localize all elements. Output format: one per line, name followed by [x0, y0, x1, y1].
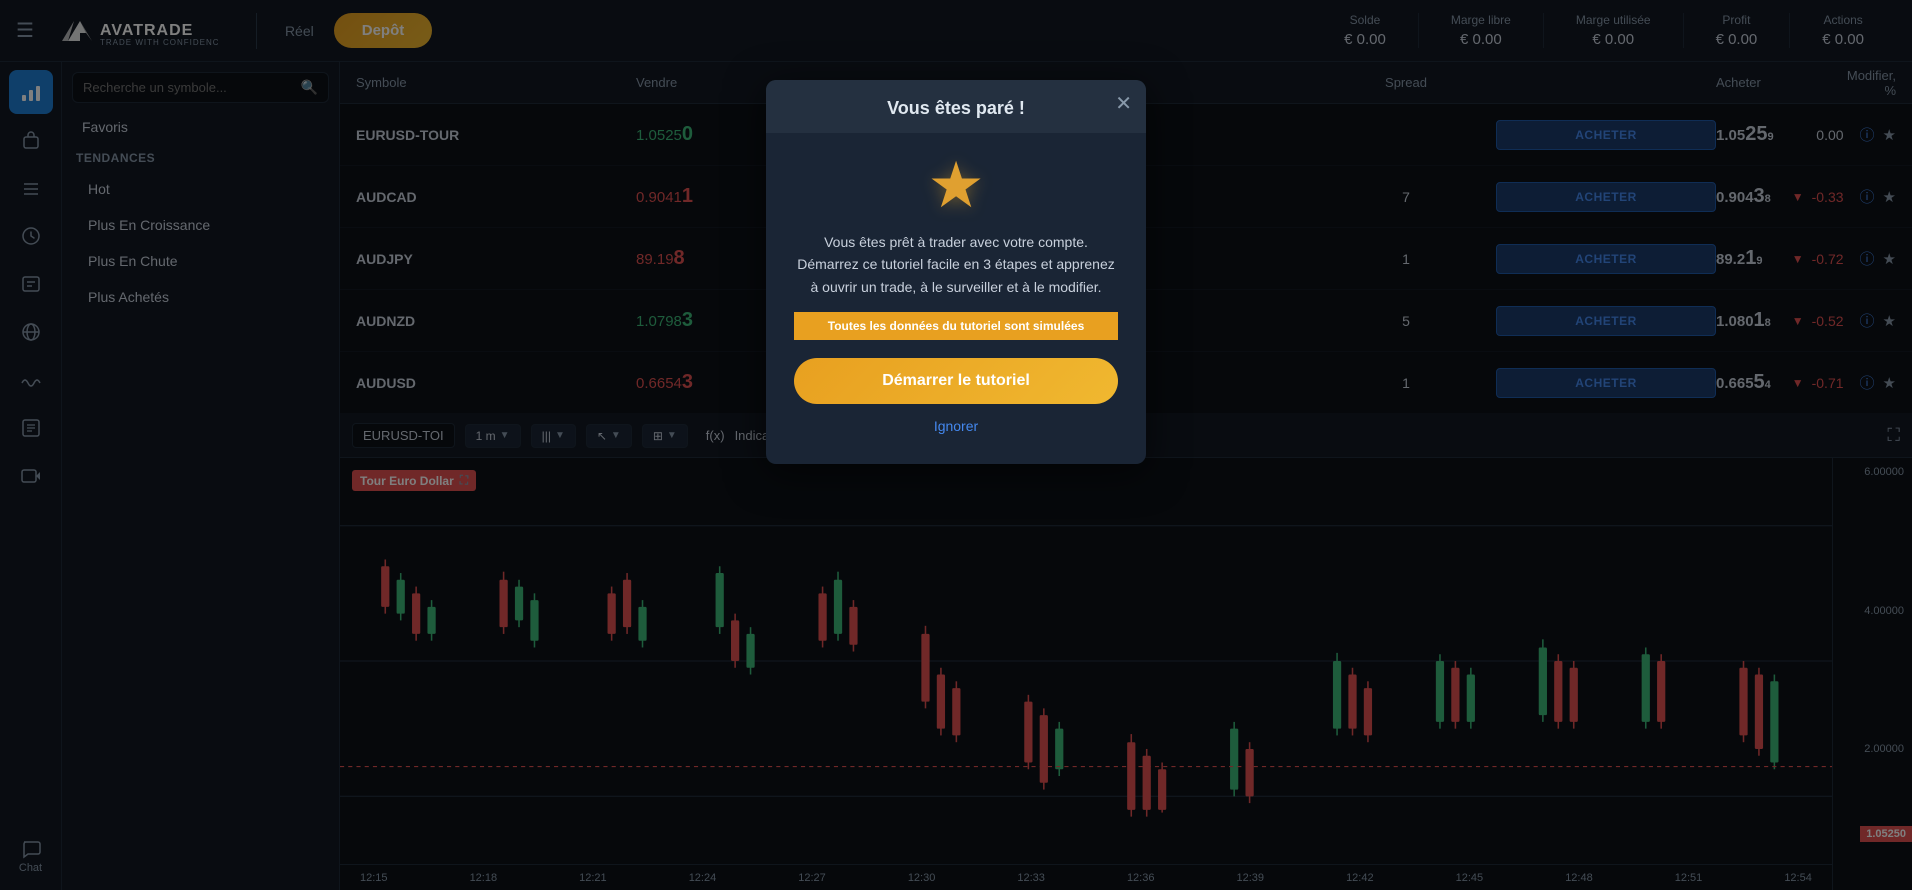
- modal-text: Vous êtes prêt à trader avec votre compt…: [794, 231, 1118, 298]
- tutorial-modal: Vous êtes paré ! ✕ ★ Vous êtes prêt à tr…: [766, 80, 1146, 464]
- start-tutorial-button[interactable]: Démarrer le tutoriel: [794, 358, 1118, 404]
- modal-overlay: Vous êtes paré ! ✕ ★ Vous êtes prêt à tr…: [0, 0, 1912, 890]
- ignore-button[interactable]: Ignorer: [934, 418, 978, 434]
- modal-star-icon: ★: [927, 153, 984, 217]
- modal-close-button[interactable]: ✕: [1115, 94, 1132, 114]
- modal-title: Vous êtes paré !: [887, 98, 1025, 119]
- modal-body: ★ Vous êtes prêt à trader avec votre com…: [766, 133, 1146, 464]
- tutorial-notice: Toutes les données du tutoriel sont simu…: [794, 312, 1118, 340]
- modal-header: Vous êtes paré ! ✕: [766, 80, 1146, 133]
